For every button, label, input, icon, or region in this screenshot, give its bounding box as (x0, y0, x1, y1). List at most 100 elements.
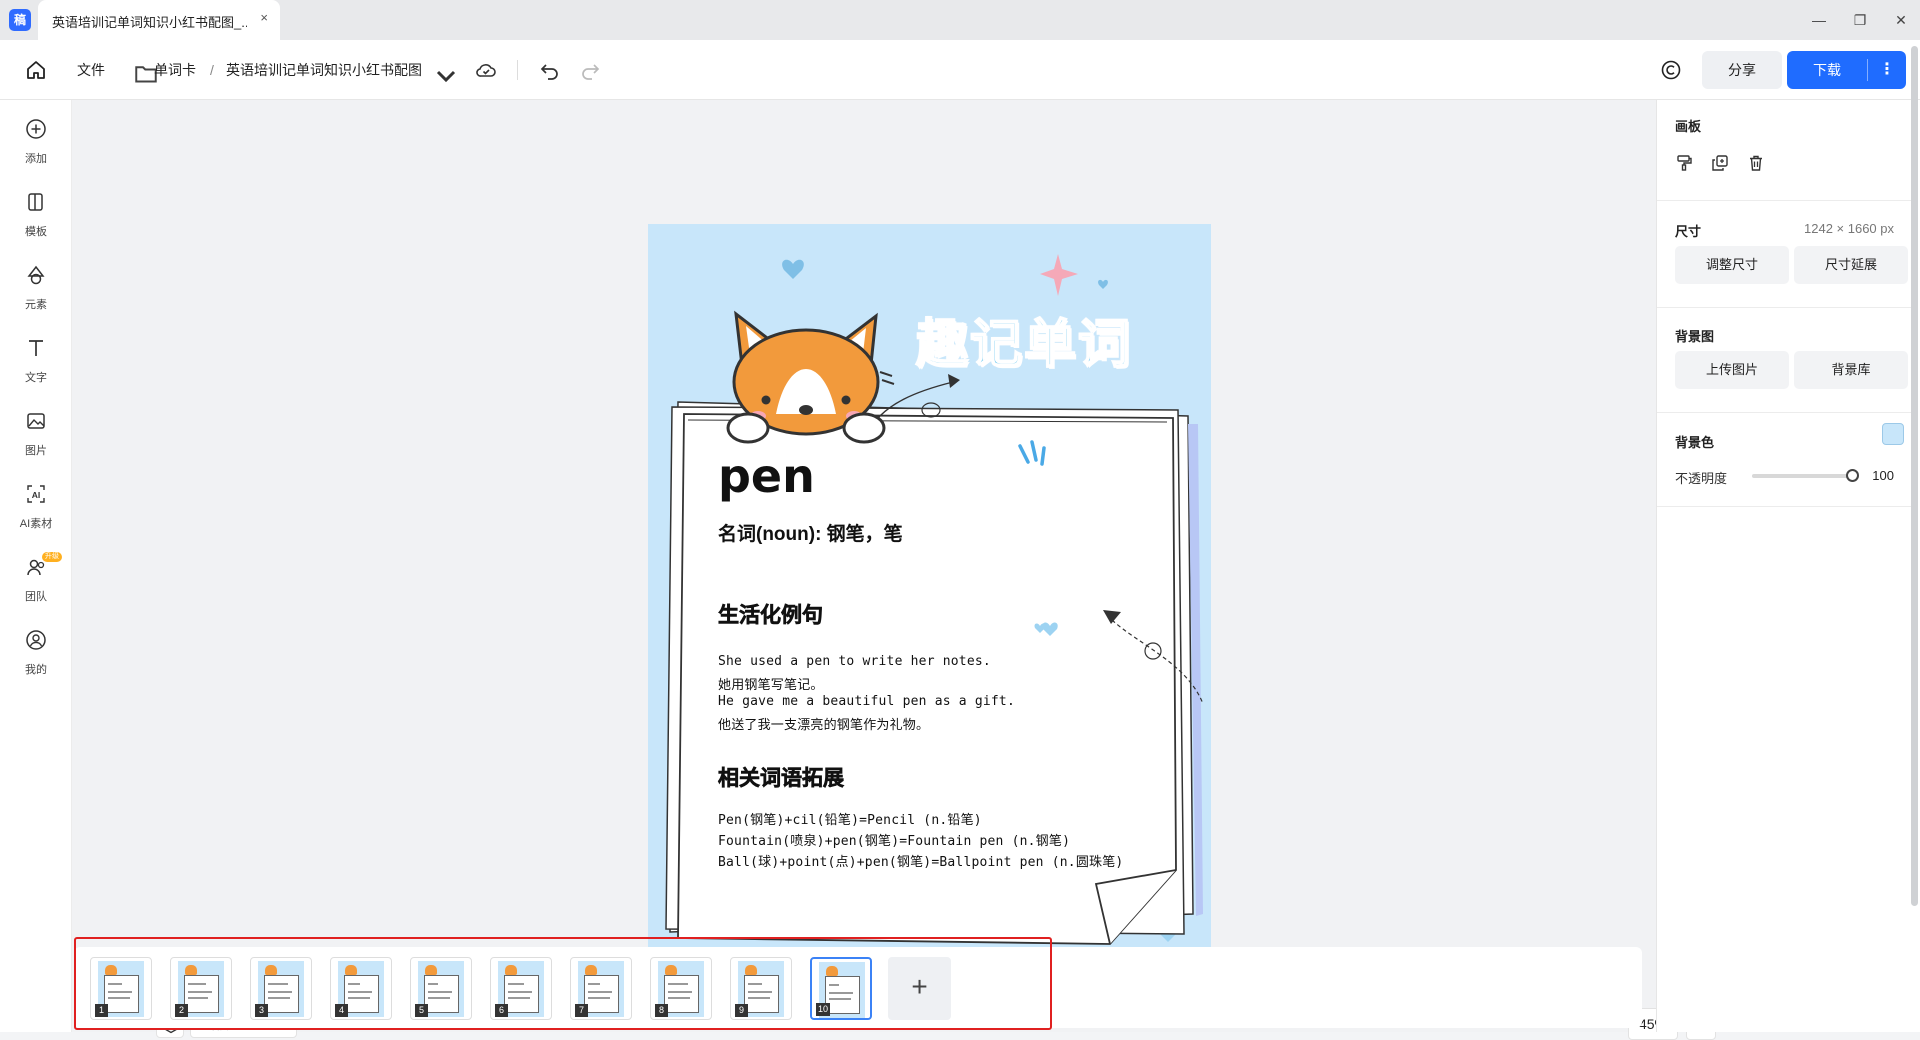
opacity-slider[interactable] (1752, 474, 1854, 478)
sidebar-item-elements[interactable]: 元素 (0, 250, 72, 320)
thumbnail-number: 4 (335, 1004, 348, 1017)
add-board-button[interactable]: + (888, 957, 951, 1020)
thumbnail-number: 5 (415, 1004, 428, 1017)
expansion-line[interactable]: Ball(球)+point(点)+pen(钢笔)=Ballpoint pen (… (718, 851, 1123, 870)
download-label: 下载 (1813, 62, 1841, 78)
browser-tab[interactable]: 英语培训记单词知识小红书配图_... × (38, 0, 280, 40)
redo-icon[interactable] (578, 58, 602, 82)
resize-button[interactable]: 调整尺寸 (1675, 246, 1789, 284)
panel-section-title: 画板 (1675, 119, 1702, 134)
sidebar-item-label: 我的 (25, 664, 47, 676)
thumbnail-number: 1 (95, 1004, 108, 1017)
board-thumbnail[interactable]: 3 (250, 957, 312, 1020)
bg-image-label: 背景图 (1675, 329, 1715, 344)
format-painter-icon[interactable] (1675, 154, 1693, 172)
panel-divider (1657, 506, 1911, 507)
expansion-line[interactable]: Pen(钢笔)+cil(铅笔)=Pencil (n.铅笔) (718, 809, 982, 828)
chevron-down-icon[interactable] (434, 64, 458, 88)
board-thumbnail[interactable]: 5 (410, 957, 472, 1020)
opacity-label: 不透明度 (1675, 471, 1728, 486)
board-thumbnail[interactable]: 6 (490, 957, 552, 1020)
sidebar-item-text[interactable]: 文字 (0, 323, 72, 393)
bg-library-button[interactable]: 背景库 (1794, 351, 1908, 389)
bg-color-label: 背景色 (1675, 435, 1715, 450)
bg-color-swatch[interactable] (1882, 423, 1904, 445)
tab-title: 英语培训记单词知识小红书配图_... (52, 15, 247, 30)
vocab-word[interactable]: pen (718, 449, 815, 503)
thumbnail-number: 9 (735, 1004, 748, 1017)
corgi-illustration (726, 310, 895, 444)
minimize-icon[interactable]: — (1802, 8, 1836, 32)
sidebar-item-image[interactable]: 图片 (0, 396, 72, 466)
thumbnail-number: 8 (655, 1004, 668, 1017)
document-title[interactable]: 英语培训记单词知识小红书配图 (226, 40, 422, 100)
share-button[interactable]: 分享 (1702, 51, 1782, 89)
upload-image-button[interactable]: 上传图片 (1675, 351, 1789, 389)
duplicate-icon[interactable] (1711, 154, 1729, 172)
artboard[interactable]: 趣记单词 pen 名词(noun): 钢笔，笔 生活化例句 She used a… (648, 224, 1211, 976)
download-more-icon[interactable]: ⋮ (1868, 51, 1906, 89)
thumbnail-number: 6 (495, 1004, 508, 1017)
sidebar-item-add[interactable]: 添加 (0, 104, 72, 174)
copyright-icon[interactable] (1659, 58, 1683, 82)
example-sentence[interactable]: 他送了我一支漂亮的钢笔作为礼物。 (718, 714, 929, 733)
svg-text:AI: AI (32, 490, 41, 500)
download-button[interactable]: 下载 ⋮ (1787, 51, 1906, 89)
sidebar-item-template[interactable]: 模板 (0, 177, 72, 247)
board-thumbnail[interactable]: 7 (570, 957, 632, 1020)
board-thumbnail[interactable]: 1 (90, 957, 152, 1020)
sidebar-item-label: 团队 (25, 591, 47, 603)
part-of-speech[interactable]: 名词(noun): 钢笔，笔 (718, 519, 903, 546)
panel-divider (1657, 412, 1911, 413)
user-icon (26, 630, 46, 650)
expansion-line[interactable]: Fountain(喷泉)+pen(钢笔)=Fountain pen (n.钢笔) (718, 830, 1070, 849)
thumbnail-number: 2 (175, 1004, 188, 1017)
example-sentence[interactable]: 她用钢笔写笔记。 (718, 674, 824, 693)
thumbnail-number: 10 (816, 1003, 831, 1016)
sparkle-icon (1040, 254, 1078, 296)
sidebar-item-label: 图片 (25, 445, 47, 457)
board-thumbnail[interactable]: 9 (730, 957, 792, 1020)
thumbnail-number: 3 (255, 1004, 268, 1017)
folder-link[interactable]: 单词卡 (154, 40, 196, 100)
section-title-expansion[interactable]: 相关词语拓展 (718, 762, 845, 792)
delete-icon[interactable] (1747, 154, 1765, 172)
page-scrollbar[interactable] (1911, 46, 1918, 906)
opacity-value[interactable]: 100 (1872, 468, 1894, 483)
size-label: 尺寸 (1675, 224, 1702, 239)
heart-icon (1098, 279, 1108, 289)
section-title-examples[interactable]: 生活化例句 (718, 599, 824, 629)
cloud-save-icon[interactable] (474, 58, 498, 82)
image-icon (27, 413, 45, 429)
size-value: 1242 × 1660 px (1804, 221, 1894, 236)
panel-divider (1657, 307, 1911, 308)
undo-icon[interactable] (538, 58, 562, 82)
canvas-area[interactable]: 趣记单词 pen 名词(noun): 钢笔，笔 生活化例句 She used a… (72, 100, 1716, 1040)
close-window-icon[interactable]: ✕ (1884, 8, 1918, 32)
ai-icon: AI (27, 485, 45, 503)
board-thumbnail-active[interactable]: 10 (810, 957, 872, 1020)
heart-icon (782, 259, 804, 279)
home-icon[interactable] (24, 58, 48, 82)
properties-panel: 画板 尺寸 1242 × 1660 px 调整尺寸 尺寸延展 背景图 上传图片 … (1656, 100, 1920, 1032)
restore-icon[interactable]: ❐ (1843, 8, 1877, 32)
sidebar-item-label: 添加 (25, 153, 47, 165)
upgrade-badge: 升级 (42, 552, 62, 562)
example-sentence[interactable]: He gave me a beautiful pen as a gift. (718, 694, 1015, 709)
example-sentence[interactable]: She used a pen to write her notes. (718, 654, 991, 669)
board-thumbnail[interactable]: 4 (330, 957, 392, 1020)
sidebar-item-label: 元素 (25, 299, 47, 311)
extend-size-button[interactable]: 尺寸延展 (1794, 246, 1908, 284)
file-menu[interactable]: 文件 (77, 40, 105, 100)
sidebar-item-label: 模板 (25, 226, 47, 238)
opacity-slider-handle[interactable] (1846, 469, 1859, 482)
tab-close-icon[interactable]: × (260, 10, 268, 25)
sidebar-item-ai[interactable]: AI AI素材 (0, 469, 72, 539)
board-thumbnail[interactable]: 2 (170, 957, 232, 1020)
sidebar-item-label: 文字 (25, 372, 47, 384)
sidebar-item-team[interactable]: 升级 团队 (0, 542, 72, 612)
board-thumbnail[interactable]: 8 (650, 957, 712, 1020)
template-icon (28, 193, 43, 211)
sidebar-item-mine[interactable]: 我的 (0, 615, 72, 685)
artboard-title[interactable]: 趣记单词 (915, 302, 1132, 377)
